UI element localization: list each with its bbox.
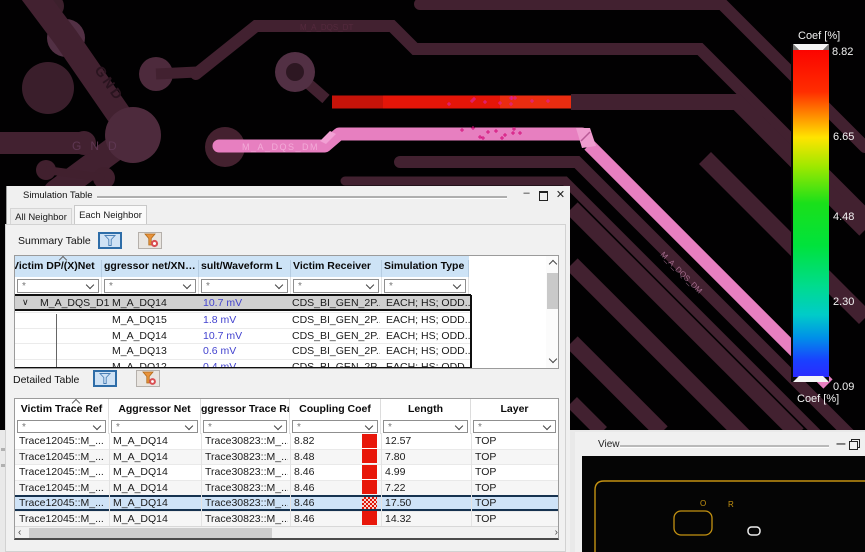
svg-text:O: O — [700, 499, 706, 508]
svg-text:8.82: 8.82 — [832, 46, 853, 58]
svg-text:GND: GND — [72, 139, 126, 153]
svg-text:R: R — [728, 500, 734, 509]
svg-text:M_A_DQS_DT: M_A_DQS_DT — [300, 23, 353, 32]
svg-text:0.09: 0.09 — [833, 381, 854, 393]
svg-text:Coef [%]: Coef [%] — [798, 30, 840, 42]
svg-text:4.48: 4.48 — [833, 211, 854, 223]
svg-text:6.65: 6.65 — [833, 131, 854, 143]
svg-text:M_A_DQS_DM: M_A_DQS_DM — [242, 142, 319, 152]
svg-text:2.30: 2.30 — [833, 296, 854, 308]
svg-text:Coef [%]: Coef [%] — [797, 393, 839, 405]
